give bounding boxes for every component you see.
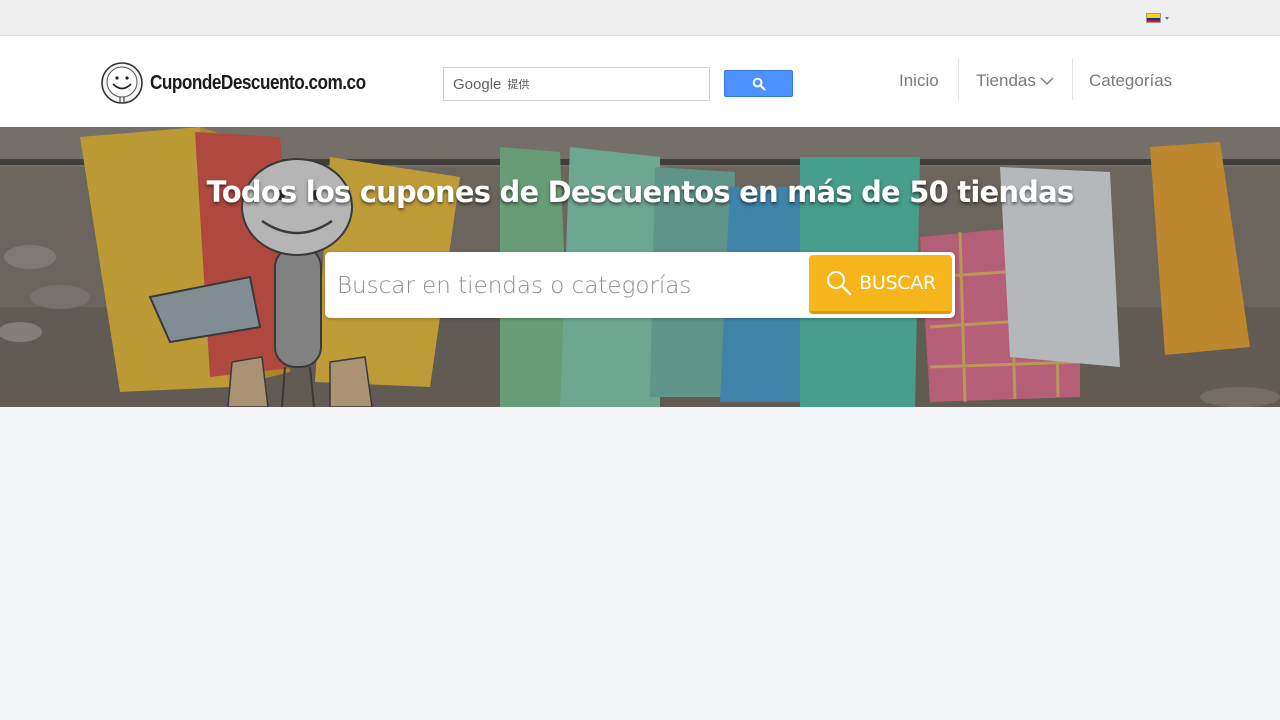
buscar-label: BUSCAR bbox=[859, 272, 936, 294]
buscar-button[interactable]: BUSCAR bbox=[809, 255, 952, 314]
hero-banner: Todos los cupones de Descuentos en más d… bbox=[0, 127, 1280, 407]
chevron-down-icon bbox=[1040, 77, 1054, 85]
nav-tiendas[interactable]: Tiendas bbox=[976, 60, 1054, 102]
search-icon bbox=[827, 271, 852, 296]
caret-down-icon bbox=[1165, 16, 1169, 20]
site-logo[interactable]: CupondeDescuento.com.co bbox=[100, 60, 401, 106]
nav-tiendas-label: Tiendas bbox=[976, 71, 1036, 90]
colombia-flag-icon bbox=[1146, 13, 1161, 23]
top-utility-bar bbox=[0, 0, 1280, 36]
nav-divider bbox=[1072, 58, 1073, 100]
store-search-bar: BUSCAR bbox=[325, 252, 955, 318]
smiley-logo-icon bbox=[101, 62, 143, 104]
google-search-button[interactable] bbox=[724, 70, 793, 97]
nav-categorias-label: Categorías bbox=[1089, 71, 1173, 90]
search-icon bbox=[752, 77, 765, 90]
site-header: CupondeDescuento.com.co Google 提供 Inicio… bbox=[0, 36, 1280, 127]
store-search-input[interactable] bbox=[337, 266, 797, 306]
hero-title: Todos los cupones de Descuentos en más d… bbox=[206, 175, 1075, 209]
language-selector[interactable] bbox=[1146, 12, 1174, 24]
google-search-input[interactable]: Google 提供 bbox=[443, 67, 710, 101]
nav-categorias[interactable]: Categorías bbox=[1089, 60, 1172, 102]
nav-divider bbox=[958, 58, 959, 100]
google-powered-by: 提供 bbox=[507, 79, 530, 91]
logo-text: CupondeDescuento.com.co bbox=[150, 71, 366, 94]
nav-inicio[interactable]: Inicio bbox=[899, 60, 939, 102]
google-brand: Google bbox=[453, 75, 502, 93]
nav-inicio-label: Inicio bbox=[899, 71, 939, 90]
